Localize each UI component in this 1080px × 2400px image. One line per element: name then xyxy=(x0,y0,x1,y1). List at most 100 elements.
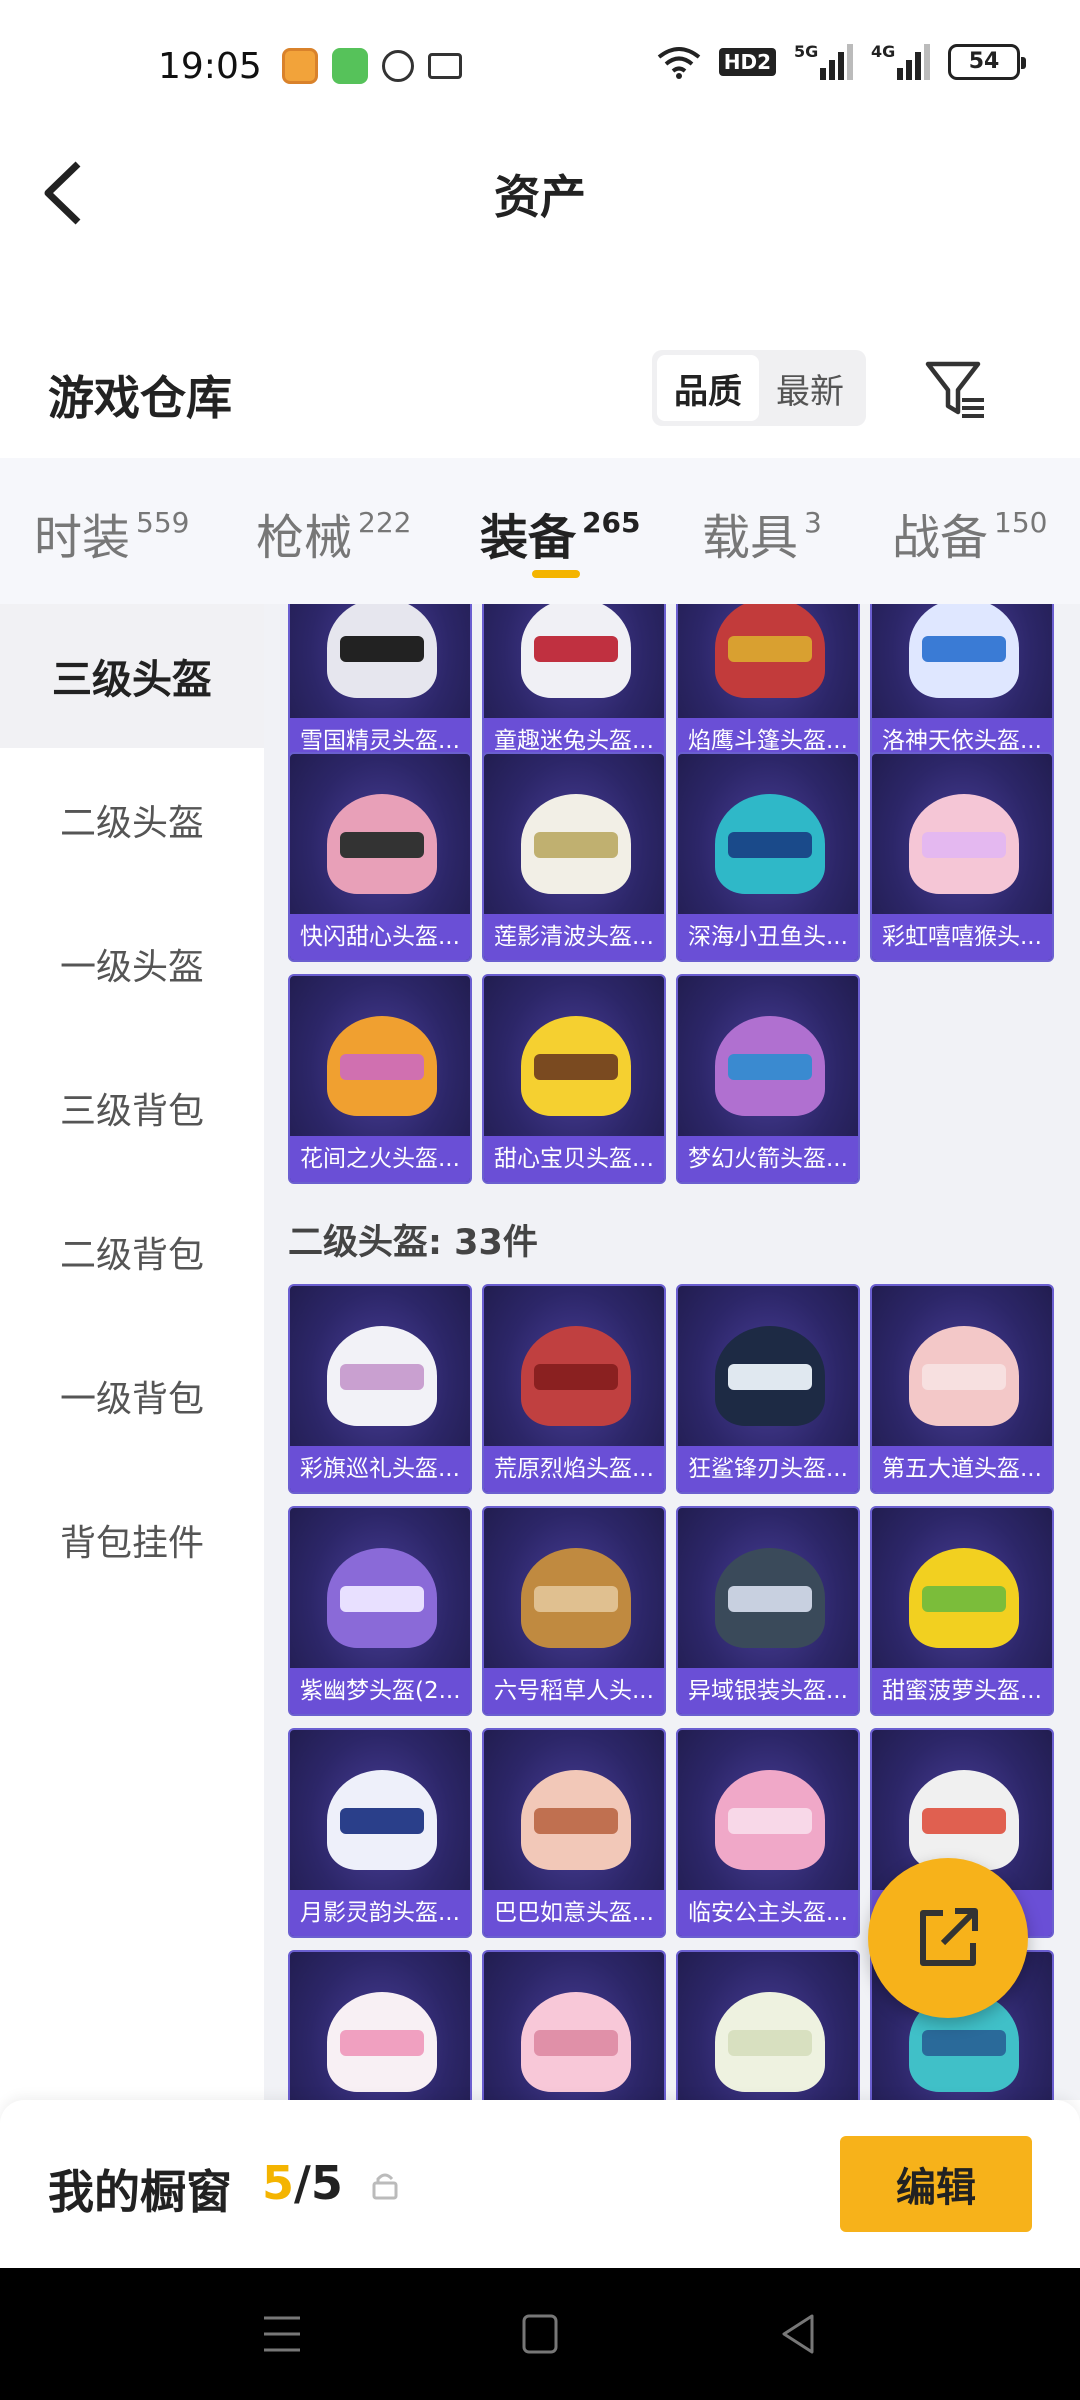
tab-fashion[interactable]: 时装 559 xyxy=(34,498,189,568)
edit-button[interactable]: 编辑 xyxy=(840,2136,1032,2232)
item-card[interactable]: 深海小丑鱼头... xyxy=(676,752,860,962)
hd-voice-icon: HD2 xyxy=(718,48,776,76)
helmet-visor xyxy=(534,1054,618,1080)
warehouse-title: 游戏仓库 xyxy=(48,371,232,425)
item-name: 梦幻火箭头盔... xyxy=(678,1136,858,1182)
sort-newest[interactable]: 最新 xyxy=(759,355,861,421)
item-name: 荒原烈焰头盔... xyxy=(484,1446,664,1492)
item-card[interactable]: 六号稻草人头... xyxy=(482,1506,666,1716)
item-card[interactable]: 童趣迷兔头盔... xyxy=(482,604,666,766)
helmet-visor xyxy=(728,2030,812,2056)
helmet-visor xyxy=(728,1808,812,1834)
sidebar: 三级头盔 二级头盔 一级头盔 三级背包 二级背包 一级背包 背包挂件 xyxy=(0,604,264,2100)
sort-quality[interactable]: 品质 xyxy=(657,355,759,421)
item-card[interactable]: 甜心宝贝头盔... xyxy=(482,974,666,1184)
sidebar-item-level1-backpack[interactable]: 一级背包 xyxy=(0,1324,264,1468)
app-notification-icon xyxy=(282,48,318,84)
item-card[interactable]: 狂鲨锋刃头盔... xyxy=(676,1284,860,1494)
helmet-visor xyxy=(340,1364,424,1390)
helmet-visor xyxy=(340,1808,424,1834)
item-card[interactable]: 梦幻火箭头盔... xyxy=(676,974,860,1184)
item-card[interactable]: 荒原烈焰头盔... xyxy=(482,1284,666,1494)
item-card[interactable]: 临安公主头盔... xyxy=(676,1728,860,1938)
helmet-visor xyxy=(534,832,618,858)
home-nav-icon[interactable] xyxy=(520,2312,560,2356)
item-card[interactable]: 快闪甜心头盔... xyxy=(288,752,472,962)
sidebar-item-level3-helmet[interactable]: 三级头盔 xyxy=(0,604,264,748)
filter-icon[interactable] xyxy=(922,356,988,422)
back-nav-icon[interactable] xyxy=(778,2312,818,2356)
sidebar-item-level2-backpack[interactable]: 二级背包 xyxy=(0,1180,264,1324)
sidebar-item-backpack-charm[interactable]: 背包挂件 xyxy=(0,1468,264,1612)
helmet-visor xyxy=(534,1364,618,1390)
share-button[interactable] xyxy=(868,1858,1028,2018)
helmet-visor xyxy=(728,1054,812,1080)
menu-nav-icon[interactable] xyxy=(262,2312,302,2356)
lock-icon xyxy=(372,2173,398,2200)
section-label-level2-helmet: 二级头盔: 33件 xyxy=(288,1223,538,1263)
helmet-visor xyxy=(728,832,812,858)
sidebar-item-level1-helmet[interactable]: 一级头盔 xyxy=(0,892,264,1036)
helmet-visor xyxy=(534,1586,618,1612)
item-card[interactable]: 洛神天依头盔... xyxy=(870,604,1054,766)
item-card[interactable]: 第五大道头盔... xyxy=(870,1284,1054,1494)
helmet-visor xyxy=(922,2030,1006,2056)
item-card[interactable]: 甜蜜菠萝头盔... xyxy=(870,1506,1054,1716)
helmet-visor xyxy=(534,2030,618,2056)
tab-firearms[interactable]: 枪械 222 xyxy=(256,498,411,568)
item-name: 花间之火头盔... xyxy=(290,1136,470,1182)
helmet-visor xyxy=(728,636,812,662)
item-name: 巴巴如意头盔... xyxy=(484,1890,664,1936)
item-name: 快闪甜心头盔... xyxy=(290,914,470,960)
tab-gear[interactable]: 战备 150 xyxy=(892,498,1047,568)
tab-equipment[interactable]: 装备 265 xyxy=(480,498,640,568)
item-name: 紫幽梦头盔(2... xyxy=(290,1668,470,1714)
item-card[interactable]: 雪国精灵头盔... xyxy=(288,604,472,766)
helmet-visor xyxy=(922,1586,1006,1612)
item-card[interactable]: 异域银装头盔... xyxy=(676,1506,860,1716)
tab-vehicles[interactable]: 载具 3 xyxy=(702,498,822,568)
item-name: 彩虹嘻嘻猴头... xyxy=(872,914,1052,960)
notification-icons xyxy=(282,48,462,84)
signal-4g-icon: 4G xyxy=(871,42,930,80)
showcase-bar: 我的橱窗 5/5 编辑 xyxy=(0,2100,1080,2268)
helmet-visor xyxy=(340,2030,424,2056)
page-title: 资产 xyxy=(494,170,586,224)
item-card[interactable]: 月影灵韵头盔... xyxy=(288,1728,472,1938)
mail-notification-icon xyxy=(428,53,462,79)
signal-5g-icon: 5G xyxy=(794,42,853,80)
item-name: 甜心宝贝头盔... xyxy=(484,1136,664,1182)
item-card[interactable]: 巴巴如意头盔... xyxy=(482,1728,666,1938)
item-card[interactable] xyxy=(482,1950,666,2100)
sidebar-item-level3-backpack[interactable]: 三级背包 xyxy=(0,1036,264,1180)
helmet-visor xyxy=(340,832,424,858)
helmet-visor xyxy=(534,1808,618,1834)
item-name: 临安公主头盔... xyxy=(678,1890,858,1936)
item-name: 莲影清波头盔... xyxy=(484,914,664,960)
category-tabs: 时装 559 枪械 222 装备 265 载具 3 战备 150 xyxy=(0,458,1080,604)
sidebar-item-level2-helmet[interactable]: 二级头盔 xyxy=(0,748,264,892)
item-card[interactable]: 焰鹰斗篷头盔... xyxy=(676,604,860,766)
item-card[interactable]: 花间之火头盔... xyxy=(288,974,472,1184)
chat-notification-icon xyxy=(382,50,414,82)
status-time: 19:05 xyxy=(158,46,262,87)
item-name: 彩旗巡礼头盔... xyxy=(290,1446,470,1492)
helmet-visor xyxy=(340,1054,424,1080)
item-name: 狂鲨锋刃头盔... xyxy=(678,1446,858,1492)
helmet-visor xyxy=(922,636,1006,662)
helmet-visor xyxy=(728,1364,812,1390)
helmet-visor xyxy=(922,1364,1006,1390)
helmet-visor xyxy=(728,1586,812,1612)
wifi-icon xyxy=(657,47,700,79)
status-bar: 19:05 HD2 5G 4G 54 xyxy=(0,0,1080,135)
item-card[interactable]: 紫幽梦头盔(2... xyxy=(288,1506,472,1716)
helmet-visor xyxy=(340,636,424,662)
item-card[interactable]: 彩虹嘻嘻猴头... xyxy=(870,752,1054,962)
item-card[interactable]: 彩旗巡礼头盔... xyxy=(288,1284,472,1494)
item-card[interactable] xyxy=(676,1950,860,2100)
item-name: 甜蜜菠萝头盔... xyxy=(872,1668,1052,1714)
helmet-visor xyxy=(922,832,1006,858)
item-card[interactable]: 莲影清波头盔... xyxy=(482,752,666,962)
item-name: 异域银装头盔... xyxy=(678,1668,858,1714)
item-card[interactable] xyxy=(288,1950,472,2100)
